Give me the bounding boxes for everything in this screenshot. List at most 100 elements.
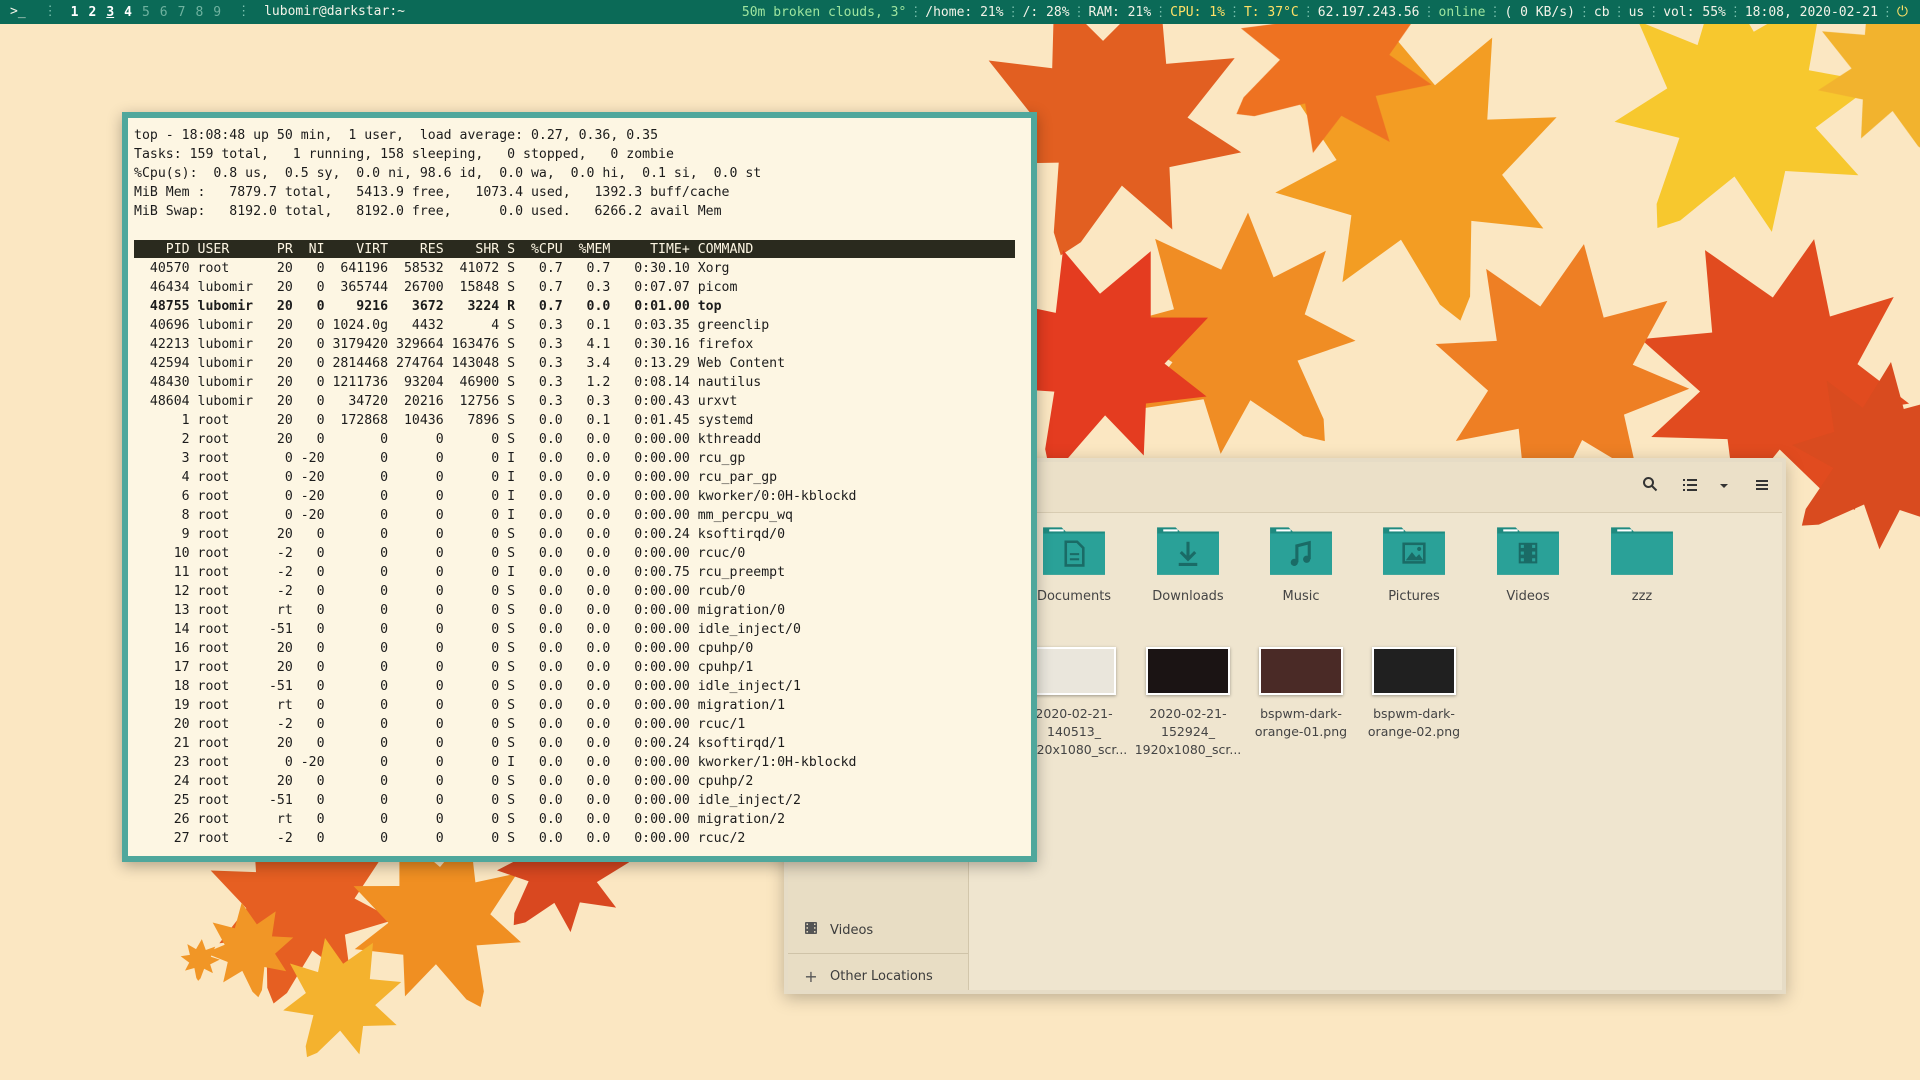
process-row: 46434 lubomir 20 0 365744 26700 15848 S … <box>134 280 738 295</box>
process-row: 40570 root 20 0 641196 58532 41072 S 0.7… <box>134 261 730 276</box>
process-row: 11 root -2 0 0 0 0 I 0.0 0.0 0:00.75 rcu… <box>134 565 786 580</box>
file-item[interactable]: bspwm-dark- orange-02.png <box>1359 647 1469 741</box>
clock: 18:08, 2020-02-21 <box>1744 4 1878 20</box>
process-row: 18 root -51 0 0 0 0 S 0.0 0.0 0:00.00 id… <box>134 679 801 694</box>
power-icon[interactable]: ⏻ <box>1897 4 1908 20</box>
terminal-window[interactable]: top - 18:08:48 up 50 min, 1 user, load a… <box>122 112 1037 862</box>
clipboard-indicator[interactable]: cb <box>1594 5 1610 20</box>
process-row: 6 root 0 -20 0 0 0 I 0.0 0.0 0:00.00 kwo… <box>134 489 857 504</box>
plus-icon: + <box>804 966 818 986</box>
process-table: 40570 root 20 0 641196 58532 41072 S 0.7… <box>134 259 857 848</box>
process-table-header: PID USER PR NI VIRT RES SHR S %CPU %MEM … <box>134 240 1015 258</box>
sidebar-item-label: Other Locations <box>830 968 933 984</box>
folder-pictures[interactable]: Pictures <box>1364 522 1464 606</box>
video-icon <box>802 921 820 939</box>
file-label: bspwm-dark- orange-02.png <box>1367 706 1461 739</box>
file-thumbnail <box>1032 647 1116 695</box>
process-row: 42594 lubomir 20 0 2814468 274764 143048… <box>134 356 786 371</box>
process-row: 8 root 0 -20 0 0 0 I 0.0 0.0 0:00.00 mm_… <box>134 508 793 523</box>
workspace-7[interactable]: 7 <box>174 5 192 20</box>
top-summary-line: MiB Swap: 8192.0 total, 8192.0 free, 0.0… <box>134 204 722 219</box>
process-row: 10 root -2 0 0 0 0 S 0.0 0.0 0:00.00 rcu… <box>134 546 746 561</box>
folder-label: Pictures <box>1388 589 1440 604</box>
folder-label: Documents <box>1036 589 1112 604</box>
process-row: 23 root 0 -20 0 0 0 I 0.0 0.0 0:00.00 kw… <box>134 755 857 770</box>
sidebar-divider <box>788 953 968 954</box>
file-thumbnail <box>1259 647 1343 695</box>
process-row: 42213 lubomir 20 0 3179420 329664 163476… <box>134 337 754 352</box>
folder-icon <box>1592 522 1692 578</box>
folder-downloads[interactable]: Downloads <box>1138 522 1238 606</box>
workspace-9[interactable]: 9 <box>209 5 227 20</box>
folder-videos[interactable]: Videos <box>1478 522 1578 606</box>
top-summary-line: top - 18:08:48 up 50 min, 1 user, load a… <box>134 128 659 143</box>
process-row: 25 root -51 0 0 0 0 S 0.0 0.0 0:00.00 id… <box>134 793 801 808</box>
folder-label: Music <box>1282 589 1320 604</box>
sidebar-item-other-locations[interactable]: + Other Locations <box>788 959 968 993</box>
music-folder-icon <box>1251 522 1351 578</box>
process-row: 2 root 20 0 0 0 0 S 0.0 0.0 0:00.00 kthr… <box>134 432 762 447</box>
top-summary-line: %Cpu(s): 0.8 us, 0.5 sy, 0.0 ni, 98.6 id… <box>134 166 762 181</box>
sidebar-item-label: Videos <box>830 922 874 938</box>
process-row: 40696 lubomir 20 0 1024.0g 4432 4 S 0.3 … <box>134 318 770 333</box>
launcher-icon[interactable]: >_ <box>0 0 26 24</box>
workspace-list: 123456789 <box>57 5 227 20</box>
workspace-2[interactable]: 2 <box>84 5 102 20</box>
process-row: 9 root 20 0 0 0 0 S 0.0 0.0 0:00.24 ksof… <box>134 527 786 542</box>
folder-label: Downloads <box>1152 589 1224 604</box>
workspace-3[interactable]: 3 <box>102 5 120 20</box>
volume-status[interactable]: vol: 55% <box>1663 5 1726 20</box>
process-row: 27 root -2 0 0 0 0 S 0.0 0.0 0:00.00 rcu… <box>134 831 746 846</box>
pictures-folder-icon <box>1364 522 1464 578</box>
root-disk-status: /: 28% <box>1022 4 1070 20</box>
document-folder-icon <box>1024 522 1124 578</box>
workspace-8[interactable]: 8 <box>191 5 209 20</box>
process-row: 13 root rt 0 0 0 0 S 0.0 0.0 0:00.00 mig… <box>134 603 786 618</box>
file-item[interactable]: 2020-02-21- 152924_ 1920x1080_scr... <box>1133 647 1243 759</box>
file-label: bspwm-dark- orange-01.png <box>1254 706 1348 739</box>
weather-status: 50m broken clouds, 3° <box>741 4 907 20</box>
search-icon[interactable] <box>1638 475 1662 499</box>
keyboard-layout[interactable]: us <box>1629 5 1645 20</box>
process-row: 48755 lubomir 20 0 9216 3672 3224 R 0.7 … <box>134 299 722 314</box>
process-row: 4 root 0 -20 0 0 0 I 0.0 0.0 0:00.00 rcu… <box>134 470 778 485</box>
temperature-status: T: 37°C <box>1243 4 1299 20</box>
videos-folder-icon <box>1478 522 1578 578</box>
ip-address: 62.197.243.56 <box>1317 4 1420 20</box>
network-speed: ( 0 KB/s) <box>1504 4 1575 20</box>
list-view-icon[interactable] <box>1678 475 1702 499</box>
hamburger-menu-icon[interactable] <box>1750 475 1774 499</box>
window-title: lubomir@darkstar:~ <box>264 4 405 19</box>
download-folder-icon <box>1138 522 1238 578</box>
file-item[interactable]: bspwm-dark- orange-01.png <box>1246 647 1356 741</box>
process-row: 17 root 20 0 0 0 0 S 0.0 0.0 0:00.00 cpu… <box>134 660 754 675</box>
folder-zzz[interactable]: zzz <box>1592 522 1692 606</box>
process-row: 16 root 20 0 0 0 0 S 0.0 0.0 0:00.00 cpu… <box>134 641 754 656</box>
folder-label: zzz <box>1631 589 1653 604</box>
folder-music[interactable]: Music <box>1251 522 1351 606</box>
status-bar: >_ ⋮ 123456789 ⋮ lubomir@darkstar:~ 50m … <box>0 0 1920 24</box>
cpu-status: CPU: 1% <box>1170 4 1225 20</box>
folder-documents[interactable]: Documents <box>1024 522 1124 606</box>
process-row: 20 root -2 0 0 0 0 S 0.0 0.0 0:00.00 rcu… <box>134 717 746 732</box>
file-label: 2020-02-21- 152924_ 1920x1080_scr... <box>1134 706 1242 757</box>
process-row: 48604 lubomir 20 0 34720 20216 12756 S 0… <box>134 394 738 409</box>
ram-status: RAM: 21% <box>1088 4 1152 20</box>
process-row: 48430 lubomir 20 0 1211736 93204 46900 S… <box>134 375 762 390</box>
workspace-5[interactable]: 5 <box>138 5 156 20</box>
workspace-1[interactable]: 1 <box>67 5 85 20</box>
process-row: 12 root -2 0 0 0 0 S 0.0 0.0 0:00.00 rcu… <box>134 584 746 599</box>
sidebar-item-videos[interactable]: Videos <box>788 913 968 947</box>
process-row: 3 root 0 -20 0 0 0 I 0.0 0.0 0:00.00 rcu… <box>134 451 746 466</box>
process-row: 19 root rt 0 0 0 0 S 0.0 0.0 0:00.00 mig… <box>134 698 786 713</box>
workspace-6[interactable]: 6 <box>156 5 174 20</box>
process-row: 24 root 20 0 0 0 0 S 0.0 0.0 0:00.00 cpu… <box>134 774 754 789</box>
chevron-down-icon[interactable] <box>1712 475 1736 499</box>
process-row: 14 root -51 0 0 0 0 S 0.0 0.0 0:00.00 id… <box>134 622 801 637</box>
workspace-4[interactable]: 4 <box>120 5 138 20</box>
folder-label: Videos <box>1506 589 1550 604</box>
file-thumbnail <box>1146 647 1230 695</box>
status-modules: 50m broken clouds, 3° ⋮ /home: 21% ⋮ /: … <box>741 4 1908 20</box>
top-summary-line: Tasks: 159 total, 1 running, 158 sleepin… <box>134 147 674 162</box>
process-row: 1 root 20 0 172868 10436 7896 S 0.0 0.1 … <box>134 413 754 428</box>
